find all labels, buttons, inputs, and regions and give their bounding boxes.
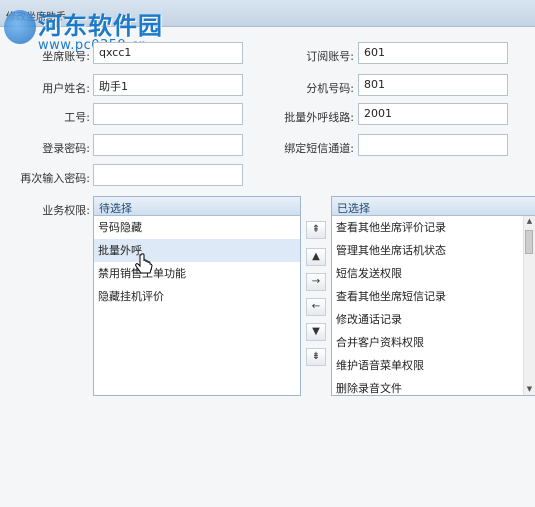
confirm-password-label: 再次输入密码: (20, 172, 90, 185)
batch-outbound-line-field[interactable]: 2001 (358, 103, 508, 125)
move-down-button[interactable]: ▼ (306, 323, 326, 341)
subscribe-account-label: 订阅账号: (306, 50, 354, 63)
list-item[interactable]: 禁用销售工单功能 (94, 262, 300, 285)
list-item[interactable]: 删除录音文件 (332, 377, 535, 395)
login-password-field[interactable] (93, 134, 243, 156)
bind-sms-channel-label: 绑定短信通道: (284, 142, 354, 155)
list-item-selected[interactable]: 批量外呼 (94, 239, 300, 262)
scrollbar-thumb[interactable] (525, 230, 533, 254)
list-item[interactable]: 短信发送权限 (332, 262, 535, 285)
extension-field[interactable]: 801 (358, 74, 508, 96)
watermark-site-name: 河东软件园 (38, 11, 163, 40)
list-item[interactable]: 隐藏挂机评价 (94, 285, 300, 308)
batch-outbound-line-label: 批量外呼线路: (284, 111, 354, 124)
watermark-logo-icon (4, 10, 36, 44)
permissions-label: 业务权限: (42, 204, 90, 217)
scroll-down-icon[interactable]: ▼ (524, 384, 535, 395)
seat-account-field[interactable]: qxcc1 (93, 42, 243, 64)
move-up-button[interactable]: ▲ (306, 248, 326, 266)
selected-permissions-list[interactable]: 已选择 查看其他坐席评价记录 管理其他坐席话机状态 短信发送权限 查看其他坐席短… (331, 196, 535, 396)
seat-account-label: 坐席账号: (42, 50, 90, 63)
scroll-up-icon[interactable]: ▲ (524, 216, 535, 227)
hand-cursor-icon (135, 253, 153, 274)
job-number-label: 工号: (64, 111, 90, 124)
available-permissions-list[interactable]: 待选择 号码隐藏 批量外呼 禁用销售工单功能 隐藏挂机评价 (93, 196, 301, 396)
list-item[interactable]: 查看其他坐席短信记录 (332, 285, 535, 308)
user-name-label: 用户姓名: (42, 82, 90, 95)
remove-permission-button[interactable]: ← (306, 298, 326, 316)
confirm-password-field[interactable] (93, 164, 243, 186)
extension-label: 分机号码: (306, 82, 354, 95)
list-item[interactable]: 查看其他坐席评价记录 (332, 216, 535, 239)
available-list-header: 待选择 (94, 197, 300, 216)
bind-sms-channel-field[interactable] (358, 134, 508, 156)
list-item[interactable]: 合并客户资料权限 (332, 331, 535, 354)
scrollbar[interactable]: ▲ ▼ (523, 216, 535, 395)
move-bottom-button[interactable]: ⇟ (306, 348, 326, 366)
subscribe-account-field[interactable]: 601 (358, 42, 508, 64)
login-password-label: 登录密码: (42, 142, 90, 155)
selected-list-header: 已选择 (332, 197, 535, 216)
move-top-button[interactable]: ⇞ (306, 221, 326, 239)
user-name-field[interactable]: 助手1 (93, 74, 243, 96)
list-item[interactable]: 修改通话记录 (332, 308, 535, 331)
list-item[interactable]: 管理其他坐席话机状态 (332, 239, 535, 262)
job-number-field[interactable] (93, 103, 243, 125)
list-item[interactable]: 号码隐藏 (94, 216, 300, 239)
list-item[interactable]: 维护语音菜单权限 (332, 354, 535, 377)
add-permission-button[interactable]: → (306, 273, 326, 291)
